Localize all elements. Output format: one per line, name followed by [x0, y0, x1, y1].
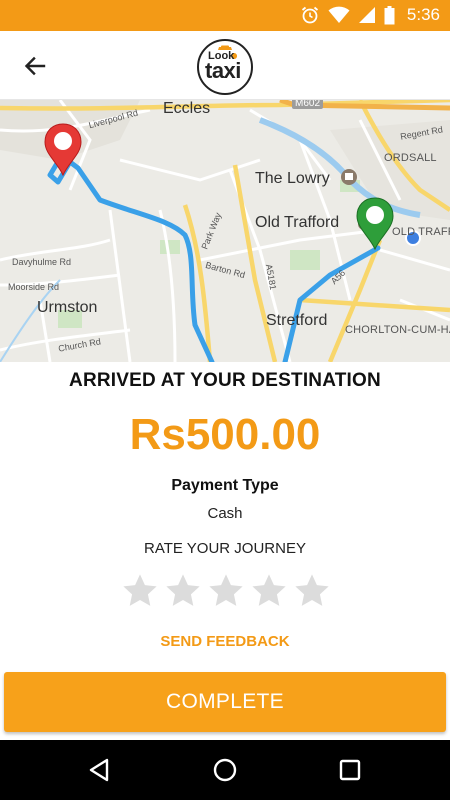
app-bar: Look taxi — [0, 31, 450, 100]
status-time: 5:36 — [406, 5, 440, 24]
back-triangle-icon[interactable] — [85, 755, 115, 785]
recents-square-icon[interactable] — [335, 755, 365, 785]
battery-icon — [384, 5, 395, 24]
star-3-icon[interactable] — [207, 572, 245, 610]
star-5-icon[interactable] — [293, 572, 331, 610]
map-label-moorside-rd: Moorside Rd — [8, 282, 60, 292]
route-map[interactable]: Eccles Liverpool Rd M602 Regent Rd ORDSA… — [0, 100, 450, 362]
map-label-eccles: Eccles — [163, 100, 211, 117]
star-2-icon[interactable] — [164, 572, 202, 610]
trip-summary: ARRIVED AT YOUR DESTINATION Rs500.00 Pay… — [0, 362, 450, 672]
signal-icon — [358, 7, 375, 23]
rating-stars — [121, 572, 331, 610]
complete-button[interactable]: COMPLETE — [4, 672, 446, 732]
system-nav-bar — [0, 740, 450, 800]
home-circle-icon[interactable] — [210, 755, 240, 785]
status-bar: 5:36 — [0, 0, 450, 31]
map-label-chorlton: CHORLTON-CUM-HA — [345, 324, 450, 336]
payment-type-label: Payment Type — [171, 477, 279, 494]
back-button[interactable] — [16, 51, 54, 81]
alarm-icon — [301, 6, 318, 24]
origin-pin-icon — [44, 123, 82, 177]
logo-text-main: taxi — [205, 58, 241, 83]
send-feedback-link[interactable]: SEND FEEDBACK — [0, 633, 450, 650]
trip-status-title: ARRIVED AT YOUR DESTINATION — [69, 370, 381, 391]
destination-pin-icon — [356, 197, 394, 251]
map-label-old-trafford: Old Trafford — [255, 214, 340, 231]
map-label-davyhulme-rd: Davyhulme Rd — [12, 257, 72, 267]
star-4-icon[interactable] — [250, 572, 288, 610]
fare-amount: Rs500.00 — [129, 410, 321, 459]
map-label-the-lowry: The Lowry — [255, 170, 330, 187]
map-label-m602: M602 — [292, 100, 324, 109]
map-label-stretford: Stretford — [266, 312, 328, 329]
map-label-old-traff: OLD TRAFF — [392, 226, 450, 238]
map-label-urmston: Urmston — [37, 299, 98, 316]
map-label-ordsall: ORDSALL — [384, 152, 437, 164]
look-taxi-logo: Look taxi — [196, 38, 254, 96]
arrow-left-icon — [24, 56, 46, 76]
payment-type-value: Cash — [207, 505, 243, 522]
star-1-icon[interactable] — [121, 572, 159, 610]
wifi-icon — [328, 6, 350, 23]
rate-journey-label: RATE YOUR JOURNEY — [144, 540, 306, 557]
status-icons: 5:36 — [300, 4, 440, 26]
